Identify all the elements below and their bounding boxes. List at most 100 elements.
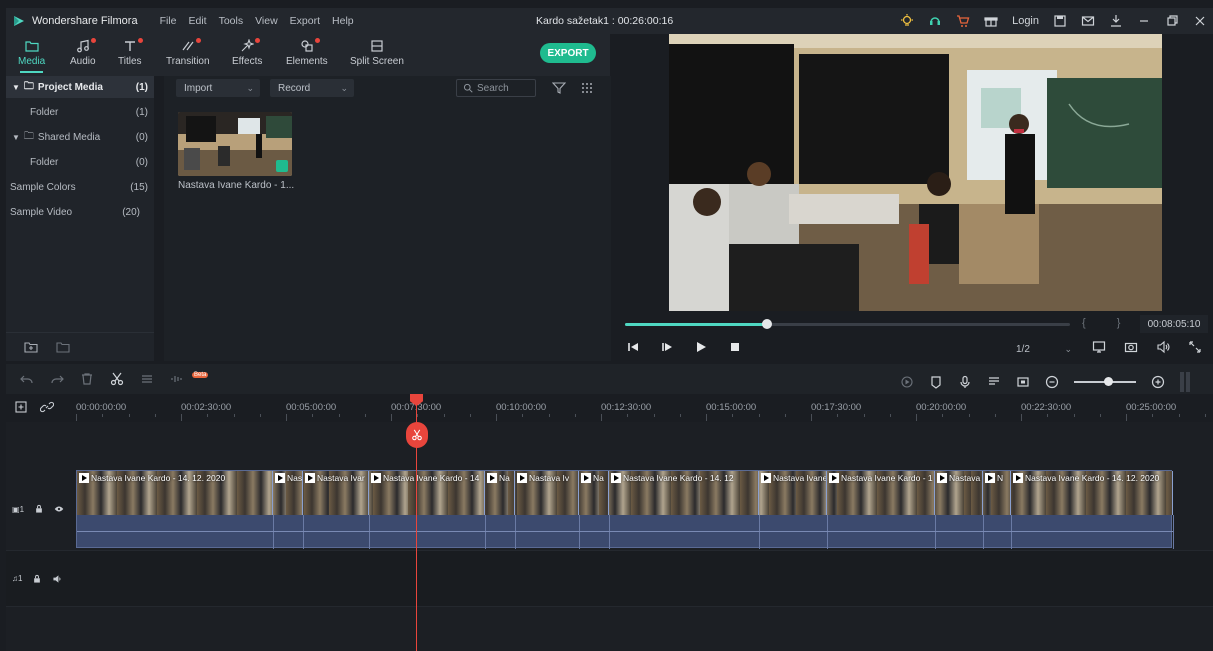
play-icon[interactable] — [694, 340, 708, 354]
minimize-icon[interactable] — [1137, 14, 1151, 28]
close-icon[interactable] — [1193, 14, 1207, 28]
audio-wave-icon[interactable] — [170, 372, 184, 386]
save-icon[interactable] — [1053, 14, 1067, 28]
zoom-slider-handle[interactable] — [1104, 377, 1113, 386]
sidebar-item-label: Shared Media — [37, 131, 101, 143]
zoom-slider[interactable] — [1074, 377, 1136, 386]
zoom-out-icon[interactable] — [1045, 375, 1059, 389]
undo-icon[interactable] — [20, 372, 34, 386]
menu-export[interactable]: Export — [290, 15, 320, 27]
download-icon[interactable] — [1109, 14, 1123, 28]
volume-icon[interactable] — [1156, 340, 1170, 354]
empty-track — [6, 422, 1213, 468]
timeline-clip[interactable]: Nas — [273, 471, 303, 515]
fullscreen-icon[interactable] — [1188, 340, 1202, 354]
login-link[interactable]: Login — [1012, 15, 1039, 27]
speaker-icon[interactable] — [52, 574, 62, 584]
lock-icon[interactable] — [34, 504, 44, 514]
add-track-icon[interactable] — [14, 400, 28, 414]
sidebar-item-shared-folder[interactable]: Folder (0) — [6, 151, 154, 173]
timeline-pause-icon[interactable] — [1180, 372, 1190, 392]
title-bar: Wondershare Filmora File Edit Tools View… — [6, 8, 1213, 34]
titlebar-actions: Login — [900, 14, 1207, 28]
eye-icon[interactable] — [54, 504, 64, 514]
bulb-icon[interactable] — [900, 14, 914, 28]
menu-edit[interactable]: Edit — [188, 15, 206, 27]
sidebar-item-project-media[interactable]: ▼ 🗀 Project Media (1) — [6, 76, 154, 98]
timeline-clip[interactable]: Nastava Ivane Kardo - 14. 12 — [609, 471, 759, 515]
sidebar-item-shared-media[interactable]: ▼ 🗀 Shared Media (0) — [6, 126, 154, 148]
folder-outline-icon[interactable] — [56, 340, 70, 354]
timeline-clip[interactable]: N — [983, 471, 1011, 515]
lock-icon[interactable] — [32, 574, 42, 584]
timeline-clip[interactable]: Nastava Ivane Kardo - 14. 12. 2020 — [77, 471, 273, 515]
timeline-clip[interactable]: Nastava Ivane — [759, 471, 827, 515]
marker-icon[interactable] — [929, 375, 943, 389]
sidebar-item-sample-video[interactable]: Sample Video (20) — [6, 201, 154, 223]
render-icon[interactable] — [900, 375, 914, 389]
timeline-clip[interactable]: Na — [579, 471, 609, 515]
snapshot-frame-icon[interactable] — [1016, 375, 1030, 389]
timeline-clip[interactable]: Nastava Ivar — [303, 471, 369, 515]
tab-media[interactable]: Media — [18, 36, 45, 73]
export-button[interactable]: EXPORT — [540, 43, 596, 63]
filter-icon[interactable] — [552, 81, 566, 95]
audio-track: ♫1 — [6, 550, 1213, 606]
sidebar-item-label: Folder — [30, 106, 59, 118]
adjust-icon[interactable] — [140, 372, 154, 386]
snapshot-icon[interactable] — [1124, 340, 1138, 354]
voiceover-icon[interactable] — [987, 375, 1001, 389]
redo-icon[interactable] — [50, 372, 64, 386]
tab-elements[interactable]: Elements — [286, 36, 328, 67]
timeline-clip[interactable]: Nastava Ivane Kardo - 1 — [827, 471, 935, 515]
menu-view[interactable]: View — [255, 15, 278, 27]
timeline-clip[interactable]: Nastava Ivane Kardo - 14. 12. 2020 — [1011, 471, 1173, 515]
import-dropdown[interactable]: Import ⌄ — [176, 79, 260, 97]
stop-icon[interactable] — [728, 340, 742, 354]
timeline-clip[interactable]: Na — [485, 471, 515, 515]
delete-icon[interactable] — [80, 372, 94, 386]
tab-transition[interactable]: Transition — [166, 36, 210, 67]
preview-quality-select[interactable]: 1/2 ⌄ — [1008, 340, 1076, 358]
video-clips[interactable]: Nastava Ivane Kardo - 14. 12. 2020 Nas Nas… — [76, 470, 1174, 549]
gift-icon[interactable] — [984, 14, 998, 28]
mail-icon[interactable] — [1081, 14, 1095, 28]
tab-titles[interactable]: Titles — [118, 36, 143, 67]
timeline-clip[interactable]: Nastava Ivane Kardo - 14 — [369, 471, 485, 515]
preview-scrubber[interactable] — [625, 319, 1070, 329]
restore-icon[interactable] — [1165, 14, 1179, 28]
microphone-icon[interactable] — [958, 375, 972, 389]
menu-file[interactable]: File — [160, 15, 177, 27]
support-icon[interactable] — [928, 14, 942, 28]
timeline-ruler[interactable]: 00:00:00:0000:02:30:0000:05:00:0000:07:3… — [6, 394, 1213, 422]
timeline-clip[interactable]: Nastava Iv — [515, 471, 579, 515]
timeline-clip[interactable]: Nastava I — [935, 471, 983, 515]
sidebar-item-folder[interactable]: Folder (1) — [6, 101, 154, 123]
new-folder-icon[interactable] — [24, 340, 38, 354]
record-dropdown[interactable]: Record ⌄ — [270, 79, 354, 97]
cart-icon[interactable] — [956, 14, 970, 28]
sidebar-item-sample-colors[interactable]: Sample Colors (15) — [6, 176, 154, 198]
step-back-icon[interactable] — [626, 340, 640, 354]
scrubber-handle[interactable] — [762, 319, 773, 329]
menu-help[interactable]: Help — [332, 15, 354, 27]
grid-view-icon[interactable] — [580, 81, 594, 95]
video-track-header: ▣1 — [6, 468, 74, 550]
scissors-icon[interactable] — [110, 372, 124, 386]
ruler-tick — [706, 414, 707, 421]
monitor-icon[interactable] — [1092, 340, 1106, 354]
zoom-in-icon[interactable] — [1151, 375, 1165, 389]
tab-split-screen[interactable]: Split Screen — [350, 36, 404, 67]
tab-audio[interactable]: Audio — [70, 36, 96, 67]
video-preview[interactable] — [669, 34, 1162, 311]
tab-effects[interactable]: Effects — [232, 36, 262, 67]
ruler-tick — [942, 414, 944, 417]
split-scissors-button[interactable] — [406, 422, 428, 448]
media-thumbnail[interactable] — [178, 112, 292, 176]
link-icon[interactable] — [40, 400, 54, 414]
ruler-tick — [417, 414, 419, 417]
step-forward-icon[interactable] — [660, 340, 674, 354]
menu-tools[interactable]: Tools — [219, 15, 244, 27]
mark-in-out[interactable]: { } — [1082, 317, 1134, 329]
search-input[interactable]: Search — [456, 79, 536, 97]
